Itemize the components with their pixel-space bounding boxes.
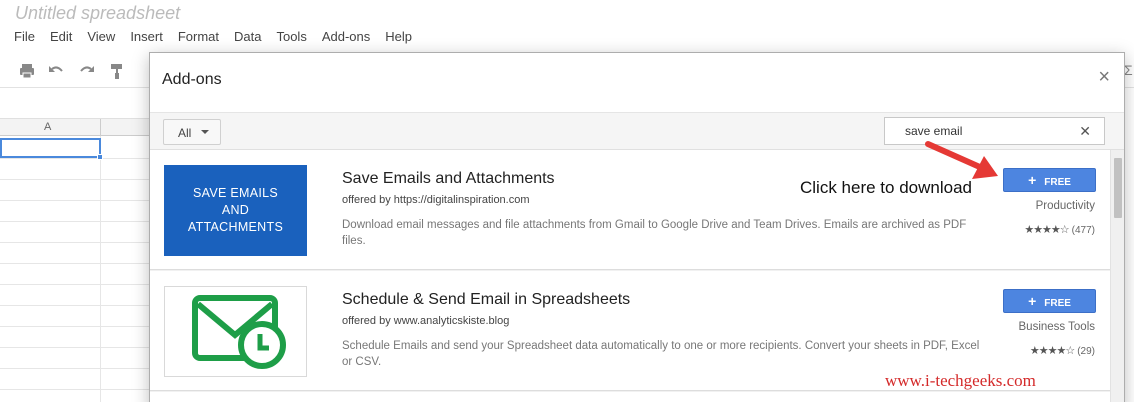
gridline	[0, 389, 150, 390]
gridline	[0, 221, 150, 222]
gridline	[0, 284, 150, 285]
selected-cell[interactable]	[0, 138, 101, 158]
menu-view[interactable]: View	[87, 29, 115, 44]
menu-edit[interactable]: Edit	[50, 29, 72, 44]
chevron-down-icon	[201, 130, 209, 134]
add-on-description: Download email messages and file attachm…	[342, 219, 967, 247]
install-free-button[interactable]: + FREE	[1003, 289, 1096, 313]
dialog-title: Add-ons	[162, 71, 222, 88]
install-button-label: FREE	[1044, 177, 1071, 188]
gridline	[0, 368, 150, 369]
gridline	[0, 305, 150, 306]
add-on-rating: ★★★★☆ (477)	[1024, 223, 1095, 236]
thumbnail-text-line: AND	[221, 203, 250, 217]
gridline	[0, 326, 150, 327]
gridline	[0, 200, 150, 201]
install-free-button[interactable]: + FREE	[1003, 168, 1096, 192]
redo-icon[interactable]	[77, 62, 97, 82]
rating-count: (29)	[1077, 346, 1095, 357]
menu-tools[interactable]: Tools	[276, 29, 306, 44]
add-on-category: Productivity	[1035, 200, 1095, 212]
gridline	[100, 136, 101, 402]
undo-icon[interactable]	[46, 62, 66, 82]
thumbnail-text-line: ATTACHMENTS	[187, 220, 284, 234]
scrollbar-thumb[interactable]	[1114, 158, 1122, 218]
paint-format-icon[interactable]	[107, 62, 127, 82]
plus-icon: +	[1028, 172, 1037, 188]
column-a-label[interactable]: A	[44, 121, 51, 133]
menu-bar: File Edit View Insert Format Data Tools …	[14, 29, 427, 44]
rating-count: (477)	[1071, 225, 1095, 236]
add-ons-dialog: Add-ons × All ✕ SAVE EMAILS AND ATTACHME…	[149, 52, 1125, 402]
gridline	[0, 158, 150, 159]
plus-icon: +	[1028, 293, 1037, 309]
add-on-publisher: offered by https://digitalinspiration.co…	[342, 194, 530, 206]
gridline	[0, 242, 150, 243]
menu-help[interactable]: Help	[385, 29, 412, 44]
clear-search-icon[interactable]: ✕	[1079, 123, 1091, 140]
add-on-name[interactable]: Save Emails and Attachments	[342, 170, 555, 188]
document-title[interactable]: Untitled spreadsheet	[15, 3, 180, 24]
menu-add-ons[interactable]: Add-ons	[322, 29, 370, 44]
thumbnail-text-line: SAVE EMAILS	[192, 186, 279, 200]
app-window: Untitled spreadsheet File Edit View Inse…	[0, 0, 1134, 402]
category-dropdown-value: All	[178, 126, 192, 140]
annotation-label: Click here to download	[800, 178, 972, 197]
menu-format[interactable]: Format	[178, 29, 219, 44]
envelope-clock-icon	[192, 295, 286, 369]
add-on-thumbnail[interactable]	[164, 286, 307, 377]
menu-insert[interactable]: Insert	[130, 29, 163, 44]
add-on-rating: ★★★★☆ (29)	[1030, 344, 1095, 357]
gridline	[0, 347, 150, 348]
gridline	[0, 179, 150, 180]
gridline	[0, 263, 150, 264]
watermark: www.i-techgeeks.com	[885, 371, 1036, 390]
functions-icon[interactable]: Σ	[1124, 62, 1133, 78]
print-icon[interactable]	[17, 62, 37, 82]
install-button-label: FREE	[1044, 298, 1071, 309]
category-dropdown[interactable]: All	[163, 119, 221, 145]
add-on-description: Schedule Emails and send your Spreadshee…	[342, 340, 980, 368]
scrollbar[interactable]	[1110, 150, 1124, 402]
add-on-item[interactable]	[150, 392, 1110, 402]
column-separator	[100, 119, 101, 137]
menu-data[interactable]: Data	[234, 29, 261, 44]
rating-stars-icon: ★★★★☆	[1029, 345, 1075, 357]
column-header: A	[0, 118, 150, 137]
add-on-publisher: offered by www.analyticskiste.blog	[342, 315, 510, 327]
add-on-thumbnail[interactable]: SAVE EMAILS AND ATTACHMENTS	[164, 165, 307, 256]
rating-stars-icon: ★★★★☆	[1024, 224, 1069, 236]
close-icon[interactable]: ×	[1098, 66, 1110, 89]
add-on-name[interactable]: Schedule & Send Email in Spreadsheets	[342, 291, 630, 309]
fill-handle[interactable]	[97, 154, 103, 160]
add-on-category: Business Tools	[1018, 321, 1096, 333]
menu-file[interactable]: File	[14, 29, 35, 44]
